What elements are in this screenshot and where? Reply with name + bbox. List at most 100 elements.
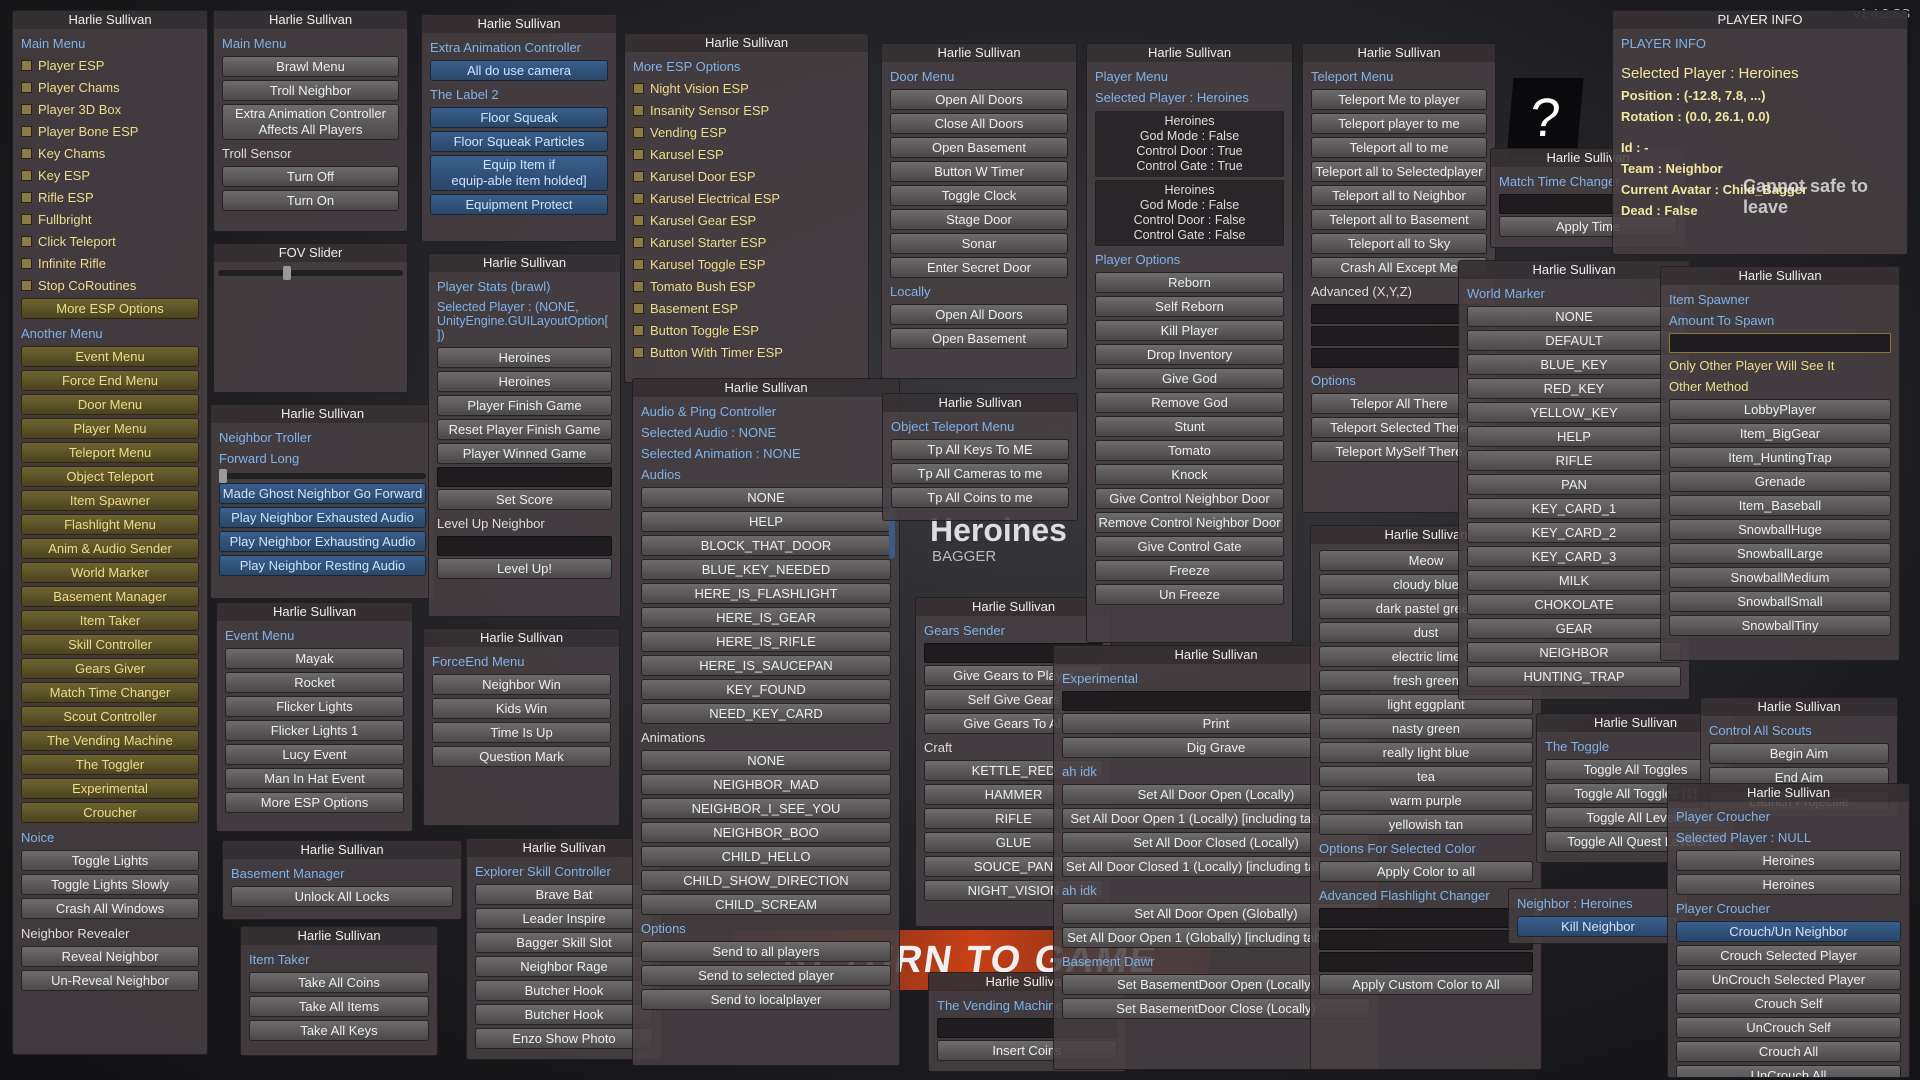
checkbox-icon[interactable] (21, 59, 32, 71)
un-freeze-button[interactable]: Un Freeze (1095, 584, 1284, 605)
mayak-button[interactable]: Mayak (225, 648, 404, 669)
teleport-menu-button[interactable]: Teleport Menu (21, 442, 199, 463)
leader-inspire-button[interactable]: Leader Inspire (475, 908, 653, 929)
here-is-flashlight-button[interactable]: HERE_IS_FLASHLIGHT (641, 583, 891, 604)
time-is-up-button[interactable]: Time Is Up (432, 722, 611, 743)
milk-button[interactable]: MILK (1467, 570, 1681, 591)
uncrouch-all-button[interactable]: UnCrouch All (1676, 1065, 1901, 1077)
checkbox-icon[interactable] (21, 235, 32, 247)
checkbox-icon[interactable] (21, 81, 32, 93)
door-menu-button[interactable]: Door Menu (21, 394, 199, 415)
player-finish-game-button[interactable]: Player Finish Game (437, 395, 612, 416)
checkbox-icon[interactable] (633, 192, 644, 204)
really-light-blue-button[interactable]: really light blue (1319, 742, 1533, 763)
here-is-saucepan-button[interactable]: HERE_IS_SAUCEPAN (641, 655, 891, 676)
item-huntingtrap-button[interactable]: Item_HuntingTrap (1669, 447, 1891, 468)
neighbor-button[interactable]: NEIGHBOR (1467, 642, 1681, 663)
begin-aim-button[interactable]: Begin Aim (1709, 743, 1889, 764)
item-biggear-button[interactable]: Item_BigGear (1669, 423, 1891, 444)
uncrouch-selected-player-button[interactable]: UnCrouch Selected Player (1676, 969, 1901, 990)
rifle-esp-toggle[interactable]: Rifle ESP (21, 186, 199, 208)
none-button[interactable]: NONE (1467, 306, 1681, 327)
anim-audio-sender-button[interactable]: Anim & Audio Sender (21, 538, 199, 559)
toggle-clock-button[interactable]: Toggle Clock (890, 185, 1068, 206)
equip-item-button[interactable]: Equip Item if equip-able item holded] (430, 155, 608, 191)
remove-god-button[interactable]: Remove God (1095, 392, 1284, 413)
butcher-hook-button[interactable]: Butcher Hook (475, 980, 653, 1001)
enter-secret-door-button[interactable]: Enter Secret Door (890, 257, 1068, 278)
snowballsmall-button[interactable]: SnowballSmall (1669, 591, 1891, 612)
teleport-all-to-basement-button[interactable]: Teleport all to Basement (1311, 209, 1487, 230)
open-all-doors-button[interactable]: Open All Doors (890, 89, 1068, 110)
snowballmedium-button[interactable]: SnowballMedium (1669, 567, 1891, 588)
help-button[interactable]: HELP (1467, 426, 1681, 447)
insanity-sensor-esp-toggle[interactable]: Insanity Sensor ESP (633, 99, 860, 121)
tomato-bush-esp-toggle[interactable]: Tomato Bush ESP (633, 275, 860, 297)
checkbox-icon[interactable] (633, 104, 644, 116)
warm-purple-button[interactable]: warm purple (1319, 790, 1533, 811)
checkbox-icon[interactable] (633, 214, 644, 226)
score-input[interactable] (437, 467, 612, 487)
toggle-lights-button[interactable]: Toggle Lights (21, 850, 199, 871)
apply-custom-color-button[interactable]: Apply Custom Color to All (1319, 974, 1533, 995)
r-input[interactable] (1319, 908, 1533, 928)
scout-controller-button[interactable]: Scout Controller (21, 706, 199, 727)
neighbor-mad-button[interactable]: NEIGHBOR_MAD (641, 774, 891, 795)
made-ghost-neighbor-go-forward-button[interactable]: Made Ghost Neighbor Go Forward (219, 483, 426, 504)
vending-esp-toggle[interactable]: Vending ESP (633, 121, 860, 143)
flicker-lights-1-button[interactable]: Flicker Lights 1 (225, 720, 404, 741)
item-taker-button[interactable]: Item Taker (21, 610, 199, 631)
open-basement-button[interactable]: Open Basement (890, 328, 1068, 349)
kids-win-button[interactable]: Kids Win (432, 698, 611, 719)
none-button[interactable]: NONE (641, 750, 891, 771)
here-is-gear-button[interactable]: HERE_IS_GEAR (641, 607, 891, 628)
key-esp-toggle[interactable]: Key ESP (21, 164, 199, 186)
block-that-door-button[interactable]: BLOCK_THAT_DOOR (641, 535, 891, 556)
checkbox-icon[interactable] (21, 191, 32, 203)
child-hello-button[interactable]: CHILD_HELLO (641, 846, 891, 867)
neighbor-win-button[interactable]: Neighbor Win (432, 674, 611, 695)
key-card-1-button[interactable]: KEY_CARD_1 (1467, 498, 1681, 519)
butcher-hook-button[interactable]: Butcher Hook (475, 1004, 653, 1025)
player-chams-toggle[interactable]: Player Chams (21, 76, 199, 98)
neighbor-rage-button[interactable]: Neighbor Rage (475, 956, 653, 977)
crouch-neighbor-button[interactable]: Crouch/Un Neighbor (1676, 921, 1901, 942)
item-spawner-button[interactable]: Item Spawner (21, 490, 199, 511)
tp-all-cameras-to-me-button[interactable]: Tp All Cameras to me (891, 463, 1069, 484)
blue-key-button[interactable]: BLUE_KEY (1467, 354, 1681, 375)
item-baseball-button[interactable]: Item_Baseball (1669, 495, 1891, 516)
gears-giver-button[interactable]: Gears Giver (21, 658, 199, 679)
checkbox-icon[interactable] (21, 125, 32, 137)
teleport-all-to-sky-button[interactable]: Teleport all to Sky (1311, 233, 1487, 254)
turn-off-button[interactable]: Turn Off (222, 166, 399, 187)
infinite-rifle-toggle[interactable]: Infinite Rifle (21, 252, 199, 274)
checkbox-icon[interactable] (633, 126, 644, 138)
red-key-button[interactable]: RED_KEY (1467, 378, 1681, 399)
heroines-button[interactable]: Heroines (1676, 850, 1901, 871)
checkbox-icon[interactable] (633, 346, 644, 358)
need-key-card-button[interactable]: NEED_KEY_CARD (641, 703, 891, 724)
key-card-2-button[interactable]: KEY_CARD_2 (1467, 522, 1681, 543)
amount-input[interactable] (1669, 333, 1891, 353)
chokolate-button[interactable]: CHOKOLATE (1467, 594, 1681, 615)
send-to-all-players-button[interactable]: Send to all players (641, 941, 891, 962)
checkbox-icon[interactable] (633, 236, 644, 248)
object-teleport-button[interactable]: Object Teleport (21, 466, 199, 487)
checkbox-icon[interactable] (21, 147, 32, 159)
flicker-lights-button[interactable]: Flicker Lights (225, 696, 404, 717)
crouch-all-button[interactable]: Crouch All (1676, 1041, 1901, 1062)
karusel-door-esp-toggle[interactable]: Karusel Door ESP (633, 165, 860, 187)
turn-on-button[interactable]: Turn On (222, 190, 399, 211)
neighbor-boo-button[interactable]: NEIGHBOR_BOO (641, 822, 891, 843)
snowballlarge-button[interactable]: SnowballLarge (1669, 543, 1891, 564)
button-w-timer-button[interactable]: Button W Timer (890, 161, 1068, 182)
set-score-button[interactable]: Set Score (437, 489, 612, 510)
reset-player-finish-game-button[interactable]: Reset Player Finish Game (437, 419, 612, 440)
tomato-button[interactable]: Tomato (1095, 440, 1284, 461)
reveal-neighbor-button[interactable]: Reveal Neighbor (21, 946, 199, 967)
checkbox-icon[interactable] (633, 302, 644, 314)
karusel-toggle-esp-toggle[interactable]: Karusel Toggle ESP (633, 253, 860, 275)
sonar-button[interactable]: Sonar (890, 233, 1068, 254)
more-esp-options-button[interactable]: More ESP Options (225, 792, 404, 813)
fov-slider[interactable] (218, 266, 403, 280)
